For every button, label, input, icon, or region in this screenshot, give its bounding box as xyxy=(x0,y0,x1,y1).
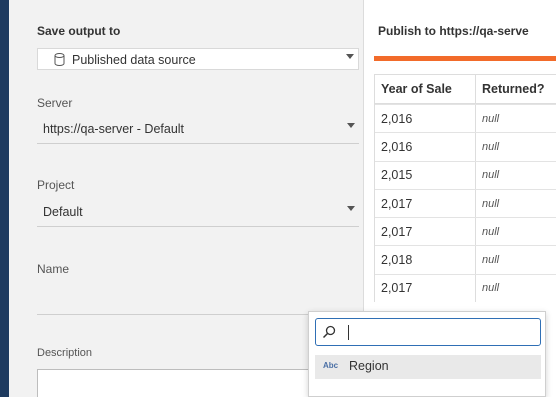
search-icon xyxy=(322,325,336,339)
column-header[interactable]: Year of Sale xyxy=(381,75,469,103)
chevron-down-icon xyxy=(347,206,355,211)
table-row: 2,017 null xyxy=(375,188,556,218)
search-result-item[interactable]: Abc Region xyxy=(315,355,541,379)
table-row: 2,017 null xyxy=(375,273,556,303)
field-search-popup: Abc Region xyxy=(308,311,546,397)
grid-header-row: Year of Sale Returned? xyxy=(375,74,556,104)
project-value: Default xyxy=(43,205,83,219)
project-label: Project xyxy=(37,178,75,192)
table-row: 2,018 null xyxy=(375,245,556,274)
returned-cell: null xyxy=(475,246,556,274)
text-cursor xyxy=(348,325,349,340)
string-type-icon: Abc xyxy=(323,361,339,370)
accent-bar xyxy=(374,56,556,61)
output-type-value: Published data source xyxy=(72,53,196,67)
project-select[interactable]: Default xyxy=(37,201,359,223)
table-row: 2,017 null xyxy=(375,217,556,246)
database-icon xyxy=(54,53,65,66)
description-label: Description xyxy=(37,347,93,359)
returned-cell: null xyxy=(475,133,556,161)
left-accent-bar xyxy=(0,0,9,397)
returned-cell: null xyxy=(475,218,556,246)
search-box[interactable] xyxy=(315,318,541,346)
output-type-select[interactable]: Published data source xyxy=(37,48,359,70)
returned-cell: null xyxy=(475,189,556,218)
table-row: 2,016 null xyxy=(375,132,556,161)
server-label: Server xyxy=(37,96,73,110)
preview-grid: Year of Sale Returned? 2,016 null 2,016 … xyxy=(374,74,556,303)
returned-cell: null xyxy=(475,274,556,303)
search-input[interactable] xyxy=(342,323,532,341)
year-cell: 2,016 xyxy=(381,139,413,154)
table-row: 2,015 null xyxy=(375,160,556,189)
year-cell: 2,015 xyxy=(381,168,413,183)
server-select[interactable]: https://qa-server - Default xyxy=(37,118,359,140)
returned-cell: null xyxy=(475,161,556,189)
name-input[interactable] xyxy=(37,285,359,307)
year-cell: 2,017 xyxy=(381,224,413,239)
save-output-label: Save output to xyxy=(37,24,121,38)
returned-cell: null xyxy=(475,105,556,133)
year-cell: 2,016 xyxy=(381,111,413,126)
server-underline xyxy=(37,143,359,144)
chevron-down-icon xyxy=(347,123,355,128)
chevron-down-icon xyxy=(346,54,354,59)
year-cell: 2,018 xyxy=(381,253,413,268)
publish-title: Publish to https://qa-serve xyxy=(378,24,529,38)
column-header[interactable]: Returned? xyxy=(475,75,556,103)
name-label: Name xyxy=(37,262,70,276)
year-cell: 2,017 xyxy=(381,281,413,296)
project-underline xyxy=(37,226,359,227)
result-label: Region xyxy=(349,359,389,373)
year-cell: 2,017 xyxy=(381,196,413,211)
server-value: https://qa-server - Default xyxy=(43,122,185,136)
table-row: 2,016 null xyxy=(375,104,556,133)
